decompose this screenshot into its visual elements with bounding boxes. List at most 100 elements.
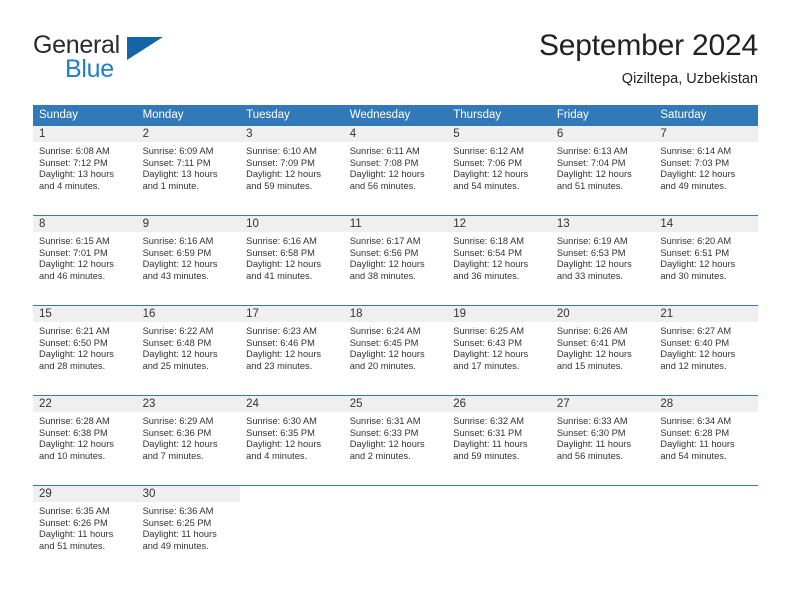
sunset-text: Sunset: 6:33 PM [349,427,419,438]
day-details: Sunrise: 6:16 AM Sunset: 6:59 PM Dayligh… [137,232,241,282]
day-details: Sunrise: 6:08 AM Sunset: 7:12 PM Dayligh… [33,142,137,192]
calendar-week-row: 29 Sunrise: 6:35 AM Sunset: 6:26 PM Dayl… [33,485,758,575]
day-cell[interactable]: 24 Sunrise: 6:30 AM Sunset: 6:35 PM Dayl… [240,396,344,485]
day-number-band: 13 [550,216,655,232]
day-cell[interactable]: 30 Sunrise: 6:36 AM Sunset: 6:25 PM Dayl… [136,486,241,575]
daylight-text-line1: Daylight: 12 hours [246,259,322,270]
calendar-week-row: 22 Sunrise: 6:28 AM Sunset: 6:38 PM Dayl… [33,395,758,485]
daylight-text-line1: Daylight: 12 hours [556,349,632,360]
daylight-text-line2: and 7 minutes. [142,450,204,461]
calendar-week-row: 15 Sunrise: 6:21 AM Sunset: 6:50 PM Dayl… [33,305,758,395]
day-cell[interactable]: 1 Sunrise: 6:08 AM Sunset: 7:12 PM Dayli… [33,126,137,215]
day-cell[interactable]: 20 Sunrise: 6:26 AM Sunset: 6:41 PM Dayl… [550,306,655,395]
day-number-band: 3 [240,126,344,142]
weekday-header-saturday: Saturday [660,109,707,121]
day-number: 24 [246,398,259,410]
sunset-text: Sunset: 7:01 PM [39,247,108,258]
calendar-week-row: 1 Sunrise: 6:08 AM Sunset: 7:12 PM Dayli… [33,126,758,215]
day-number-band: 6 [550,126,655,142]
day-cell[interactable]: 26 Sunrise: 6:32 AM Sunset: 6:31 PM Dayl… [447,396,551,485]
day-details: Sunrise: 6:30 AM Sunset: 6:35 PM Dayligh… [240,412,344,462]
daylight-text-line1: Daylight: 12 hours [453,169,529,180]
day-cell[interactable]: 19 Sunrise: 6:25 AM Sunset: 6:43 PM Dayl… [447,306,551,395]
sunset-text: Sunset: 6:53 PM [556,247,626,258]
sunrise-text: Sunrise: 6:24 AM [349,326,421,336]
day-number-band [447,486,551,502]
day-cell[interactable]: 13 Sunrise: 6:19 AM Sunset: 6:53 PM Dayl… [550,216,655,305]
daylight-text-line1: Daylight: 12 hours [39,439,114,450]
day-cell[interactable]: 12 Sunrise: 6:18 AM Sunset: 6:54 PM Dayl… [447,216,551,305]
day-number: 14 [660,218,674,230]
calendar-week-row: 8 Sunrise: 6:15 AM Sunset: 7:01 PM Dayli… [33,215,758,305]
daylight-text-line1: Daylight: 12 hours [142,259,218,270]
day-cell[interactable]: 3 Sunrise: 6:10 AM Sunset: 7:09 PM Dayli… [240,126,344,215]
day-details: Sunrise: 6:36 AM Sunset: 6:25 PM Dayligh… [137,502,241,552]
day-cell[interactable]: 10 Sunrise: 6:16 AM Sunset: 6:58 PM Dayl… [240,216,344,305]
daylight-text-line2: and 4 minutes. [39,180,100,191]
day-cell[interactable]: 7 Sunrise: 6:14 AM Sunset: 7:03 PM Dayli… [654,126,758,215]
day-cell[interactable]: 14 Sunrise: 6:20 AM Sunset: 6:51 PM Dayl… [654,216,758,305]
location-subtitle: Qiziltepa, Uzbekistan [621,71,758,87]
day-cell[interactable]: 9 Sunrise: 6:16 AM Sunset: 6:59 PM Dayli… [136,216,241,305]
day-cell[interactable]: 6 Sunrise: 6:13 AM Sunset: 7:04 PM Dayli… [550,126,655,215]
sunset-text: Sunset: 6:43 PM [453,337,522,348]
sunrise-text: Sunrise: 6:27 AM [660,326,732,336]
day-cell[interactable]: 18 Sunrise: 6:24 AM Sunset: 6:45 PM Dayl… [343,306,448,395]
daylight-text-line2: and 15 minutes. [556,360,623,371]
sunset-text: Sunset: 6:51 PM [660,247,730,258]
sunrise-text: Sunrise: 6:20 AM [660,236,732,246]
day-number-band: 16 [136,306,241,322]
day-number: 10 [246,218,259,230]
day-number: 28 [660,398,674,410]
day-number-band: 29 [33,486,137,502]
day-number-band: 19 [447,306,551,322]
sunset-text: Sunset: 7:09 PM [246,157,315,168]
daylight-text-line2: and 33 minutes. [556,270,623,281]
day-number: 6 [556,128,564,140]
day-cell[interactable]: 2 Sunrise: 6:09 AM Sunset: 7:11 PM Dayli… [136,126,241,215]
daylight-text-line1: Daylight: 13 hours [142,169,218,180]
day-number-band: 28 [654,396,758,412]
day-cell[interactable]: 4 Sunrise: 6:11 AM Sunset: 7:08 PM Dayli… [343,126,448,215]
daylight-text-line1: Daylight: 11 hours [660,439,735,450]
day-cell-empty [343,486,448,575]
day-cell[interactable]: 23 Sunrise: 6:29 AM Sunset: 6:36 PM Dayl… [136,396,241,485]
sunset-text: Sunset: 6:54 PM [453,247,522,258]
daylight-text-line2: and 54 minutes. [453,180,520,191]
day-cell[interactable]: 15 Sunrise: 6:21 AM Sunset: 6:50 PM Dayl… [33,306,137,395]
day-number: 25 [349,398,363,410]
day-cell[interactable]: 22 Sunrise: 6:28 AM Sunset: 6:38 PM Dayl… [33,396,137,485]
day-number-band: 14 [654,216,758,232]
day-cell[interactable]: 21 Sunrise: 6:27 AM Sunset: 6:40 PM Dayl… [654,306,758,395]
day-cell[interactable]: 27 Sunrise: 6:33 AM Sunset: 6:30 PM Dayl… [550,396,655,485]
day-cell[interactable]: 11 Sunrise: 6:17 AM Sunset: 6:56 PM Dayl… [343,216,448,305]
day-cell[interactable]: 17 Sunrise: 6:23 AM Sunset: 6:46 PM Dayl… [240,306,344,395]
day-cell[interactable]: 16 Sunrise: 6:22 AM Sunset: 6:48 PM Dayl… [136,306,241,395]
day-cell[interactable]: 8 Sunrise: 6:15 AM Sunset: 7:01 PM Dayli… [33,216,137,305]
day-number-band: 9 [136,216,241,232]
sunset-text: Sunset: 7:04 PM [556,157,626,168]
day-details: Sunrise: 6:34 AM Sunset: 6:28 PM Dayligh… [654,412,758,462]
day-number-band: 1 [33,126,137,142]
weekday-header-wednesday: Wednesday [349,109,411,121]
sunrise-text: Sunrise: 6:16 AM [246,236,317,246]
day-cell[interactable]: 28 Sunrise: 6:34 AM Sunset: 6:28 PM Dayl… [654,396,758,485]
daylight-text-line2: and 56 minutes. [349,180,416,191]
title-block: September 2024 Qiziltepa, Uzbekistan [278,28,758,89]
daylight-text-line1: Daylight: 12 hours [246,169,322,180]
sunset-text: Sunset: 6:58 PM [246,247,315,258]
daylight-text-line1: Daylight: 12 hours [39,259,114,270]
day-details: Sunrise: 6:23 AM Sunset: 6:46 PM Dayligh… [240,322,344,372]
daylight-text-line1: Daylight: 12 hours [556,259,632,270]
weekday-header-tuesday: Tuesday [246,109,290,121]
sunset-text: Sunset: 6:28 PM [660,427,730,438]
sunset-text: Sunset: 6:50 PM [39,337,108,348]
day-number: 22 [39,398,52,410]
day-cell[interactable]: 25 Sunrise: 6:31 AM Sunset: 6:33 PM Dayl… [343,396,448,485]
brand-logo[interactable]: General Blue [33,32,253,88]
day-details: Sunrise: 6:16 AM Sunset: 6:58 PM Dayligh… [240,232,344,282]
day-cell[interactable]: 5 Sunrise: 6:12 AM Sunset: 7:06 PM Dayli… [447,126,551,215]
day-cell[interactable]: 29 Sunrise: 6:35 AM Sunset: 6:26 PM Dayl… [33,486,137,575]
sunrise-text: Sunrise: 6:33 AM [556,416,628,426]
daylight-text-line2: and 54 minutes. [660,450,727,461]
